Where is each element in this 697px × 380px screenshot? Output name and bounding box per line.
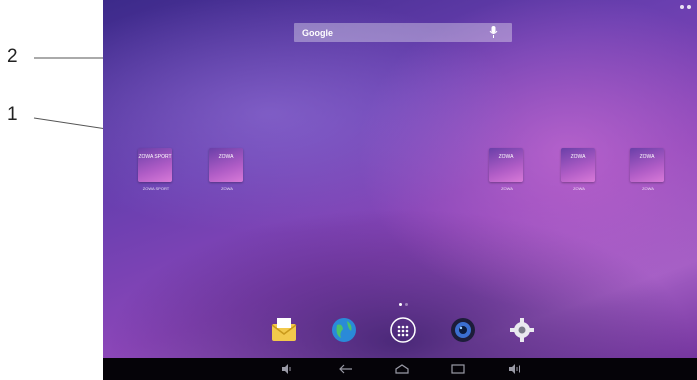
android-home-screen[interactable]: Google ZOWA SPORT ZOWA SPORT ZOWA ZOWA Z…: [103, 0, 697, 380]
app-label: ZOWA SPORT: [142, 186, 170, 191]
app-label: ZOWA: [573, 186, 585, 191]
battery-icon: [687, 5, 691, 9]
app-icon-zowa[interactable]: ZOWA ZOWA: [630, 148, 666, 191]
page-dot: [405, 303, 408, 306]
app-icon-zowa-sport[interactable]: ZOWA SPORT ZOWA SPORT: [138, 148, 174, 191]
mic-icon[interactable]: [489, 26, 498, 38]
volume-down-icon[interactable]: [281, 364, 293, 374]
back-icon[interactable]: [339, 364, 353, 374]
home-icon[interactable]: [395, 364, 409, 374]
google-logo: Google: [302, 27, 333, 38]
app-label: ZOWA: [501, 186, 513, 191]
volume-up-icon[interactable]: [508, 364, 522, 374]
app-tile: ZOWA SPORT: [138, 148, 172, 182]
app-drawer-icon[interactable]: [388, 315, 418, 345]
navigation-bar: [103, 358, 697, 380]
app-tile: ZOWA: [561, 148, 595, 182]
settings-icon[interactable]: [507, 315, 537, 345]
app-tile: ZOWA: [630, 148, 664, 182]
browser-icon[interactable]: [329, 315, 359, 345]
app-label: ZOWA: [642, 186, 654, 191]
wifi-icon: [680, 5, 684, 9]
page-indicator: [399, 303, 408, 306]
email-icon[interactable]: [269, 315, 299, 345]
page-dot-active: [399, 303, 402, 306]
app-icon-zowa[interactable]: ZOWA ZOWA: [209, 148, 245, 191]
google-search-bar[interactable]: Google: [294, 23, 512, 42]
app-tile: ZOWA: [489, 148, 523, 182]
app-icon-zowa[interactable]: ZOWA ZOWA: [489, 148, 525, 191]
status-bar: [680, 5, 691, 9]
app-tile: ZOWA: [209, 148, 243, 182]
app-icon-zowa[interactable]: ZOWA ZOWA: [561, 148, 597, 191]
app-label: ZOWA: [221, 186, 233, 191]
camera-icon[interactable]: [448, 315, 478, 345]
recent-apps-icon[interactable]: [451, 364, 465, 374]
